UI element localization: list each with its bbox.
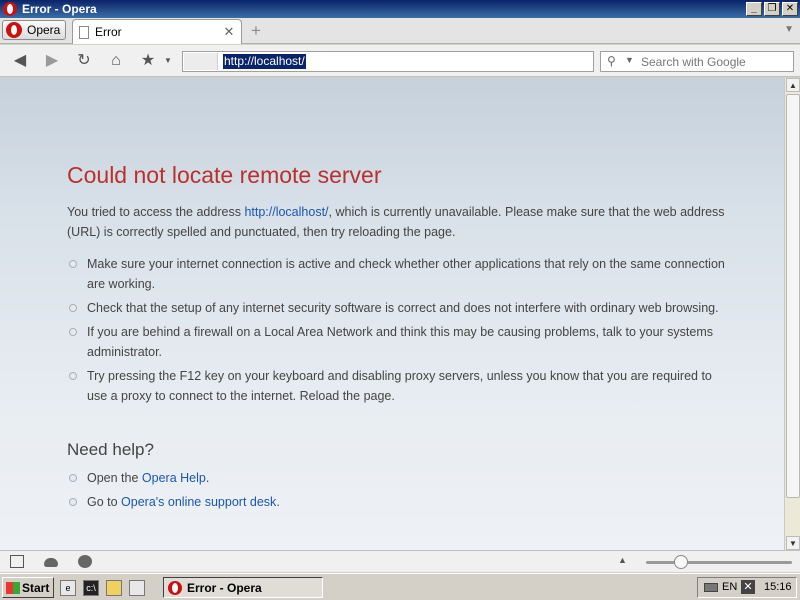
opera-logo-icon — [168, 580, 182, 595]
reload-icon[interactable]: ↻ — [74, 52, 94, 70]
list-item: Check that the setup of any internet sec… — [67, 298, 727, 318]
search-field[interactable]: ⚲ ▼ Search with Google — [600, 51, 794, 72]
opera-help-link[interactable]: Opera Help — [142, 471, 206, 485]
tab-menu-chevron-icon[interactable]: ▼ — [784, 24, 794, 35]
window-title: Error - Opera — [22, 2, 97, 16]
tip-text: Make sure your internet connection is ac… — [87, 257, 725, 291]
start-button[interactable]: Start — [2, 577, 54, 598]
title-bar: Error - Opera _ ❐ ✕ — [0, 0, 800, 18]
home-icon[interactable]: ⌂ — [106, 52, 126, 70]
tab-error[interactable]: Error ✕ — [72, 19, 242, 44]
panel-icon[interactable] — [10, 555, 24, 568]
list-item: Go to Opera's online support desk. — [67, 492, 727, 512]
opera-logo-icon — [3, 2, 17, 16]
turbo-icon[interactable] — [78, 555, 92, 568]
opera-menu-label: Opera — [27, 23, 61, 37]
address-bar[interactable]: http://localhost/ — [182, 51, 594, 72]
troubleshooting-list: Make sure your internet connection is ac… — [67, 254, 727, 410]
language-indicator[interactable]: EN — [722, 581, 737, 593]
taskbar: Start e c:\ Error - Opera EN ✕ 15:16 — [0, 573, 800, 600]
network-icon[interactable]: ✕ — [741, 580, 755, 594]
bullet-icon — [69, 328, 77, 336]
taskbar-opera-button[interactable]: Error - Opera — [163, 577, 323, 598]
forward-icon[interactable]: ▶ — [42, 52, 62, 70]
list-item: Try pressing the F12 key on your keyboar… — [67, 366, 727, 406]
windows-logo-icon — [6, 581, 20, 594]
navigation-toolbar: ◀ ▶ ↻ ⌂ ★ ▼ http://localhost/ ⚲ ▼ Search… — [0, 45, 800, 77]
list-item: Open the Opera Help. — [67, 468, 727, 488]
help-text: Go to — [87, 495, 122, 509]
search-placeholder: Search with Google — [641, 55, 746, 69]
tip-text: If you are behind a firewall on a Local … — [87, 325, 714, 359]
zoom-slider[interactable] — [646, 561, 792, 564]
error-intro: You tried to access the address http://l… — [67, 202, 727, 242]
cmd-icon[interactable]: c:\ — [83, 580, 99, 596]
system-tray: EN ✕ 15:16 — [697, 577, 797, 598]
show-desktop-icon[interactable] — [129, 580, 145, 596]
page-icon — [79, 25, 89, 39]
page-content: Could not locate remote server You tried… — [0, 78, 784, 550]
opera-logo-icon — [6, 22, 22, 38]
tip-text: Try pressing the F12 key on your keyboar… — [87, 369, 712, 403]
drive-icon[interactable] — [704, 583, 718, 592]
support-desk-link[interactable]: Opera's online support desk — [121, 495, 276, 509]
start-label: Start — [22, 580, 50, 595]
zoom-arrow-icon[interactable]: ▲ — [618, 555, 627, 565]
back-icon[interactable]: ◀ — [10, 52, 30, 70]
tab-close-icon[interactable]: ✕ — [222, 24, 236, 40]
help-text: Open the — [87, 471, 142, 485]
status-bar: ▲ — [0, 550, 800, 572]
help-list: Open the Opera Help. Go to Opera's onlin… — [67, 468, 727, 516]
scroll-down-arrow-icon[interactable]: ▼ — [786, 536, 800, 550]
task-label: Error - Opera — [187, 580, 262, 595]
tab-label: Error — [95, 25, 122, 39]
bookmark-dropdown-icon[interactable]: ▼ — [158, 52, 178, 70]
search-engine-chevron-icon[interactable]: ▼ — [625, 55, 634, 65]
ie-icon[interactable]: e — [60, 580, 76, 596]
address-input[interactable]: http://localhost/ — [223, 54, 306, 69]
folder-icon[interactable] — [106, 580, 122, 596]
scroll-up-arrow-icon[interactable]: ▲ — [786, 78, 800, 92]
search-icon: ⚲ — [607, 54, 616, 68]
error-title: Could not locate remote server — [67, 162, 382, 188]
minimize-button[interactable]: _ — [746, 2, 762, 16]
site-badge[interactable] — [184, 53, 218, 70]
help-text: . — [205, 471, 210, 485]
zoom-slider-thumb[interactable] — [674, 555, 689, 569]
bullet-icon — [69, 474, 77, 482]
new-tab-button[interactable]: + — [248, 22, 264, 39]
close-button[interactable]: ✕ — [782, 2, 798, 16]
bullet-icon — [69, 304, 77, 312]
clock: 15:16 — [764, 581, 792, 593]
opera-menu-button[interactable]: Opera — [2, 20, 66, 40]
need-help-heading: Need help? — [67, 440, 154, 459]
list-item: Make sure your internet connection is ac… — [67, 254, 727, 294]
address-link[interactable]: http://localhost/ — [244, 205, 328, 219]
cloud-icon[interactable] — [44, 558, 58, 567]
intro-text: You tried to access the address — [67, 205, 245, 219]
vertical-scrollbar[interactable]: ▲ ▼ — [784, 78, 800, 550]
restore-button[interactable]: ❐ — [764, 2, 780, 16]
bullet-icon — [69, 260, 77, 268]
scroll-thumb[interactable] — [786, 94, 800, 498]
bullet-icon — [69, 372, 77, 380]
bullet-icon — [69, 498, 77, 506]
list-item: If you are behind a firewall on a Local … — [67, 322, 727, 362]
help-text: . — [276, 495, 280, 509]
tip-text: Check that the setup of any internet sec… — [87, 301, 719, 315]
tab-bar: Opera Error ✕ + ▼ — [0, 18, 800, 44]
bookmark-star-icon[interactable]: ★ — [138, 52, 158, 70]
